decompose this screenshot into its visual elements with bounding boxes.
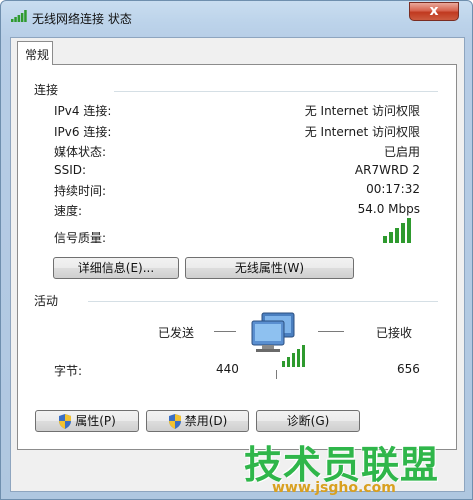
ssid-value: AR7WRD 2 xyxy=(354,163,420,177)
signal-strength-icon xyxy=(383,218,411,243)
details-button[interactable]: 详细信息(E)... xyxy=(53,257,179,279)
ssid-label: SSID: xyxy=(54,163,87,177)
sent-line xyxy=(214,331,236,332)
connection-section-title: 连接 xyxy=(34,83,59,97)
tab-general-label: 常规 xyxy=(25,48,50,62)
network-computers-icon xyxy=(251,312,305,367)
shield-icon xyxy=(168,414,181,429)
diagnose-button[interactable]: 诊断(G) xyxy=(256,410,360,432)
connection-divider xyxy=(114,91,438,92)
disable-button[interactable]: 禁用(D) xyxy=(146,410,249,432)
media-state-value: 已启用 xyxy=(383,145,420,159)
watermark: 技术员联盟 www.jsgho.com xyxy=(244,430,473,500)
ipv6-label: IPv6 连接: xyxy=(54,125,112,139)
tab-general[interactable]: 常规 xyxy=(17,41,53,65)
activity-separator xyxy=(276,370,277,379)
duration-label: 持续时间: xyxy=(54,184,107,198)
title-bar[interactable]: 无线网络连接 状态 x xyxy=(1,1,472,37)
sent-label: 已发送 xyxy=(158,326,195,340)
ipv4-value: 无 Internet 访问权限 xyxy=(304,104,420,118)
window-title: 无线网络连接 状态 xyxy=(32,12,132,26)
received-label: 已接收 xyxy=(376,326,413,340)
bytes-label: 字节: xyxy=(54,364,83,378)
bytes-sent-value: 440 xyxy=(216,362,239,376)
shield-icon xyxy=(59,414,72,429)
signal-quality-label: 信号质量: xyxy=(54,231,107,245)
disable-button-label: 禁用(D) xyxy=(184,414,228,428)
activity-divider xyxy=(88,301,438,302)
status-window: 无线网络连接 状态 x 常规 连接 IPv4 连接: 无 Internet 访问… xyxy=(0,0,473,500)
received-line xyxy=(318,331,344,332)
properties-button[interactable]: 属性(P) xyxy=(35,410,139,432)
wireless-signal-icon xyxy=(11,10,27,22)
duration-value: 00:17:32 xyxy=(366,182,420,196)
speed-value: 54.0 Mbps xyxy=(357,202,420,216)
media-state-label: 媒体状态: xyxy=(54,145,107,159)
tab-panel: 连接 IPv4 连接: 无 Internet 访问权限 IPv6 连接: 无 I… xyxy=(17,64,457,450)
watermark-url: www.jsgho.com xyxy=(272,480,396,496)
wireless-properties-button[interactable]: 无线属性(W) xyxy=(185,257,354,279)
ipv6-value: 无 Internet 访问权限 xyxy=(304,125,420,139)
activity-section-title: 活动 xyxy=(34,294,59,308)
bytes-received-value: 656 xyxy=(397,362,420,376)
close-button[interactable]: x xyxy=(409,2,459,21)
properties-button-label: 属性(P) xyxy=(75,414,116,428)
close-icon: x xyxy=(429,3,439,19)
ipv4-label: IPv4 连接: xyxy=(54,104,112,118)
speed-label: 速度: xyxy=(54,204,83,218)
